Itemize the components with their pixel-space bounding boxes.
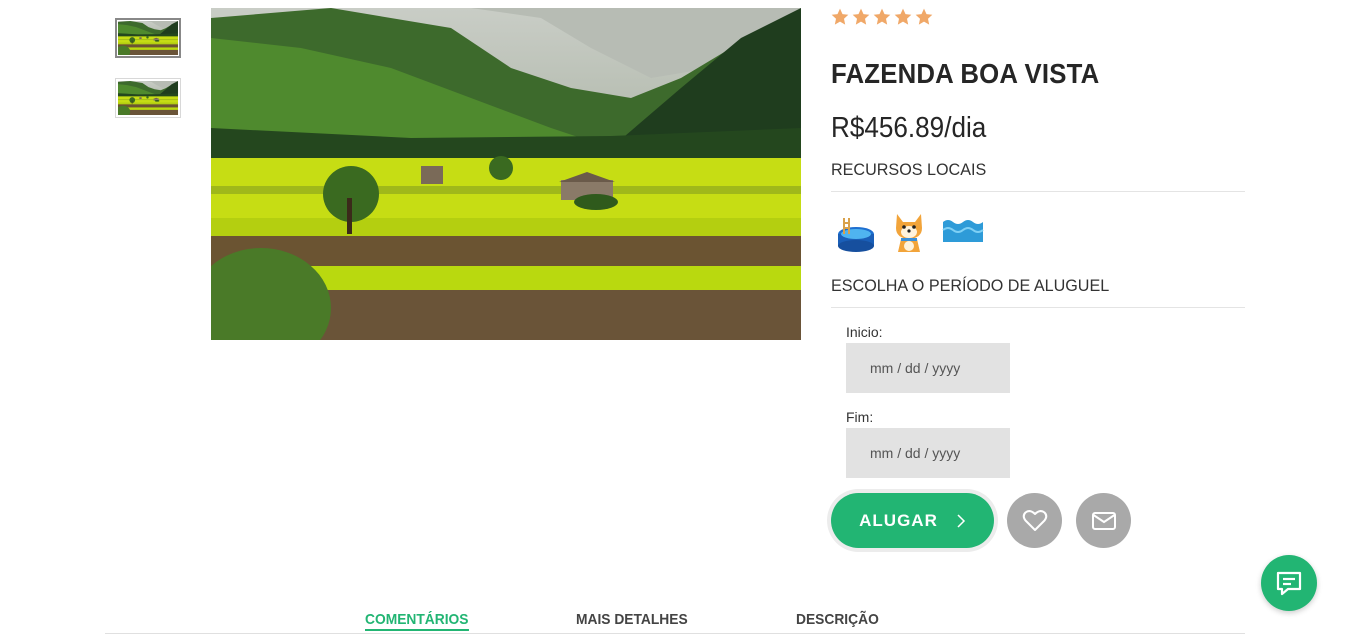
star-icon (915, 8, 933, 25)
chevron-right-icon (957, 513, 965, 528)
tab-comments[interactable]: COMENTÁRIOS (365, 611, 469, 631)
divider (831, 191, 1245, 192)
star-icon (873, 8, 891, 25)
heart-icon (1022, 509, 1047, 531)
features-heading: RECURSOS LOCAIS (831, 160, 987, 179)
star-icon (831, 8, 849, 25)
main-product-image (211, 8, 801, 340)
chat-bubble-icon (1276, 571, 1302, 596)
landscape-thumbnail-icon (118, 81, 178, 115)
gallery-thumbnail[interactable] (115, 18, 181, 58)
rent-button[interactable]: ALUGAR (831, 493, 994, 548)
rent-button-label: ALUGAR (859, 510, 938, 530)
rental-period-heading: ESCOLHA O PERÍODO DE ALUGUEL (831, 276, 1110, 295)
start-date-label: Inicio: (846, 324, 883, 340)
tabs-divider (105, 633, 1245, 634)
tab-description[interactable]: DESCRIÇÃO (796, 611, 879, 628)
envelope-icon (1091, 511, 1116, 530)
divider (831, 307, 1245, 308)
features-list (834, 208, 984, 254)
product-title: FAZENDA BOA VISTA (831, 58, 1100, 89)
chat-button[interactable] (1261, 555, 1317, 611)
message-button[interactable] (1076, 493, 1131, 548)
start-date-input[interactable] (846, 343, 1010, 393)
landscape-thumbnail-icon (118, 21, 178, 55)
end-date-input[interactable] (846, 428, 1010, 478)
star-icon (894, 8, 912, 25)
water-icon (942, 220, 984, 242)
star-icon (852, 8, 870, 25)
pool-icon (838, 218, 874, 252)
product-price: R$456.89/dia (831, 112, 987, 144)
gallery-thumbnail[interactable] (115, 78, 181, 118)
rating-stars (830, 7, 934, 27)
dog-icon (896, 214, 922, 252)
end-date-label: Fim: (846, 409, 874, 425)
favorite-button[interactable] (1007, 493, 1062, 548)
tab-more-details[interactable]: MAIS DETALHES (576, 611, 688, 628)
